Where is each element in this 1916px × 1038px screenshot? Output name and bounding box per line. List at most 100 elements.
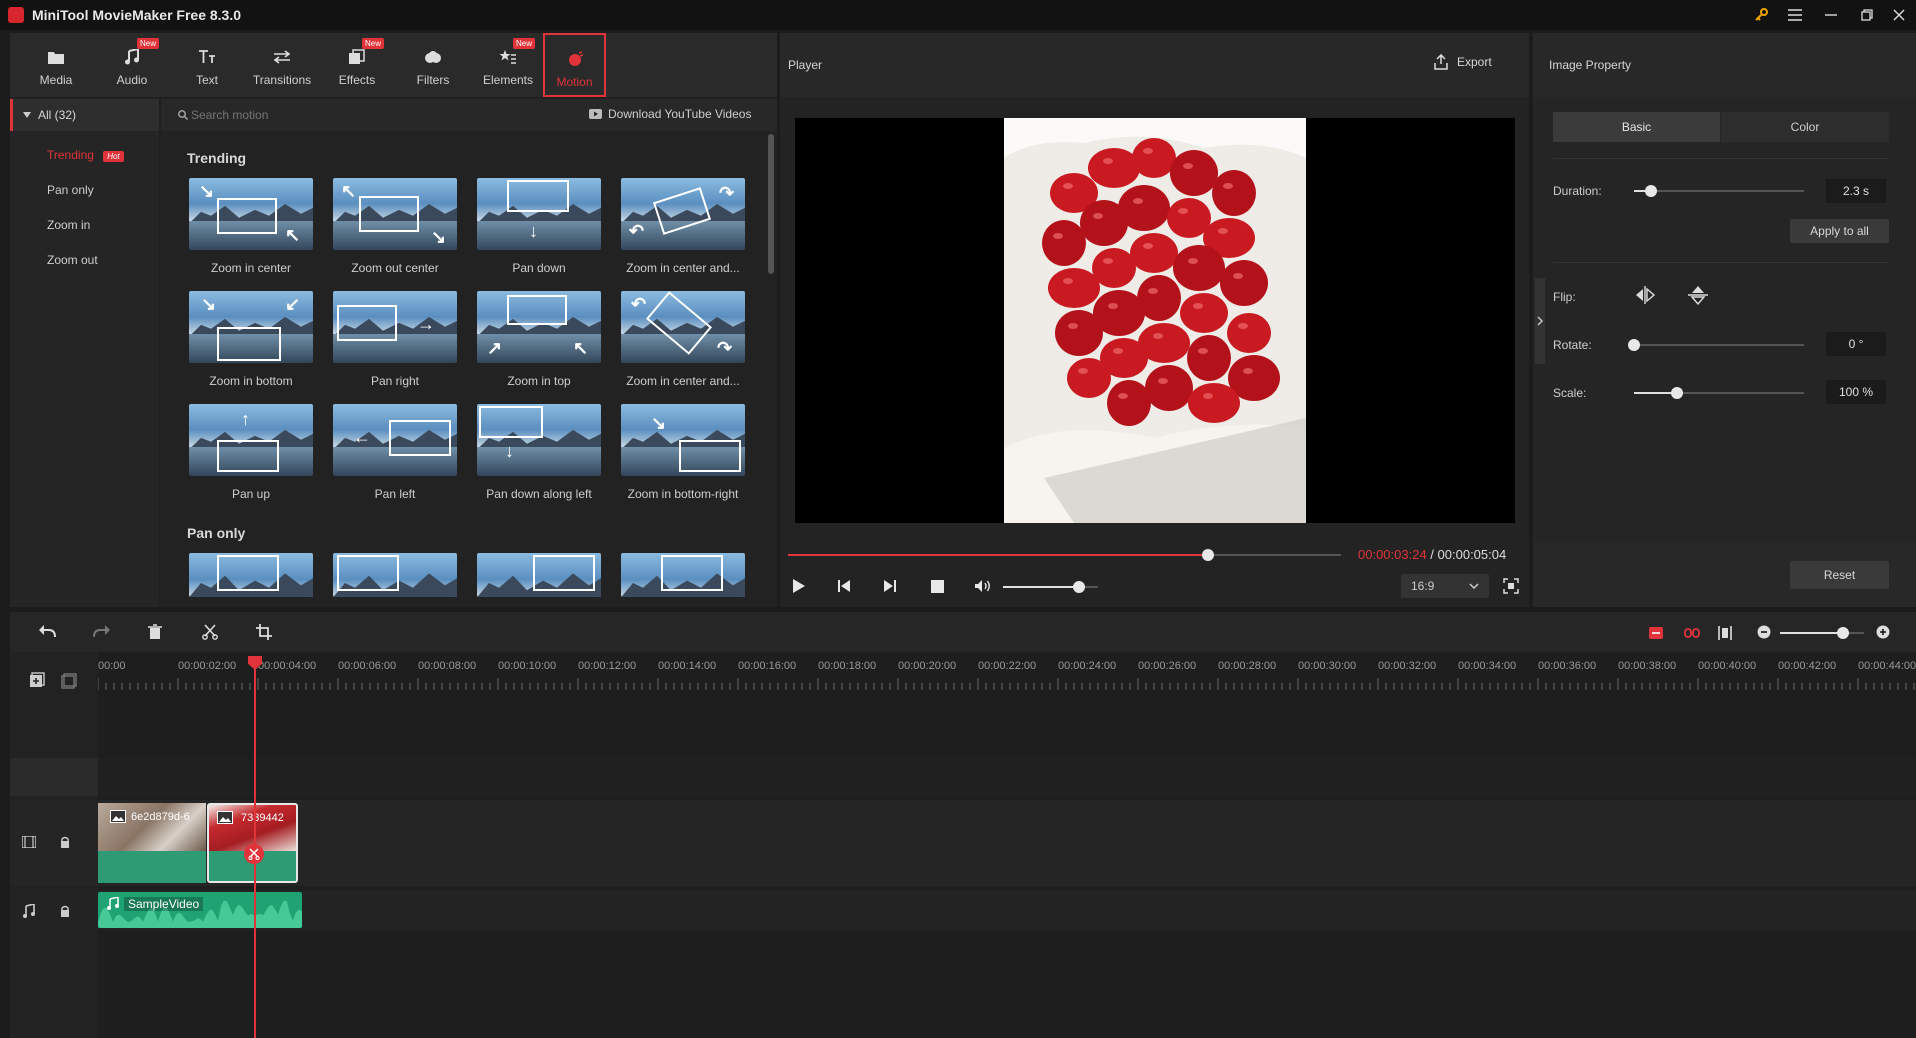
ruler-label: 00:00:30:00	[1298, 660, 1357, 672]
empty-track	[98, 758, 1916, 796]
motion-thumb[interactable]: ↓	[477, 404, 601, 476]
duration-value[interactable]: 2.3 s	[1826, 179, 1886, 203]
lock-icon[interactable]	[60, 836, 70, 848]
tab-basic[interactable]: Basic	[1553, 112, 1720, 142]
tool-motion[interactable]: Motion	[543, 33, 606, 97]
panel-collapse-handle[interactable]	[1535, 278, 1545, 364]
next-frame-button[interactable]	[883, 579, 897, 593]
stop-button[interactable]	[931, 580, 944, 593]
motion-thumb[interactable]: →	[333, 291, 457, 363]
tool-text[interactable]: Text	[172, 33, 242, 97]
duration-track[interactable]	[1634, 190, 1804, 192]
ruler-label: 00:00:08:00	[418, 660, 477, 672]
delete-button[interactable]	[148, 624, 162, 640]
split-marker[interactable]	[244, 844, 264, 864]
motion-thumb[interactable]: ↘	[621, 404, 745, 476]
motion-thumb[interactable]	[621, 553, 745, 597]
link-button[interactable]	[1684, 626, 1700, 640]
time-ruler[interactable]	[98, 678, 1916, 690]
close-icon[interactable]	[1882, 0, 1916, 30]
tool-transitions[interactable]: Transitions	[247, 33, 317, 97]
menu-icon[interactable]	[1778, 0, 1812, 30]
tool-filters[interactable]: Filters	[398, 33, 468, 97]
snap-button[interactable]	[1648, 626, 1664, 640]
search-input[interactable]	[191, 105, 391, 125]
motion-thumb[interactable]: ↖ ↘	[333, 178, 457, 250]
hot-badge: Hot	[103, 151, 124, 162]
flip-horizontal-button[interactable]	[1634, 285, 1656, 305]
youtube-icon	[589, 109, 602, 119]
motion-thumb[interactable]: ↘ ↙	[189, 291, 313, 363]
apply-to-all-button[interactable]: Apply to all	[1790, 219, 1889, 243]
app-window: MiniTool MovieMaker Free 8.3.0 Media New…	[0, 0, 1916, 1038]
export-button[interactable]: Export	[1433, 54, 1492, 70]
category-all[interactable]: All (32)	[10, 99, 159, 131]
tab-color[interactable]: Color	[1721, 112, 1889, 142]
video-clip-2-selected[interactable]: 7339442	[207, 803, 298, 883]
timeline-zoom-knob[interactable]	[1837, 627, 1849, 639]
time-display: 00:00:03:24 / 00:00:05:04	[1358, 547, 1506, 562]
motion-thumb[interactable]: ↶ ↷	[621, 291, 745, 363]
tool-elements[interactable]: New Elements	[473, 33, 543, 97]
category-zoom-out[interactable]: Zoom out	[47, 253, 98, 267]
tool-media[interactable]: Media	[21, 33, 91, 97]
aspect-ratio-select[interactable]: 16:9	[1401, 574, 1489, 598]
add-track-button[interactable]	[29, 672, 45, 688]
audio-clip[interactable]: SampleVideo	[98, 892, 302, 928]
motion-thumb[interactable]	[189, 553, 313, 597]
motion-label: Zoom in bottom-right	[627, 487, 739, 501]
redo-button[interactable]	[93, 624, 111, 638]
motion-thumb[interactable]	[477, 553, 601, 597]
split-button[interactable]	[202, 624, 218, 640]
duration-knob[interactable]	[1645, 185, 1657, 197]
motion-thumb[interactable]: ↘ ↖	[189, 178, 313, 250]
motion-thumb[interactable]: ↓	[477, 178, 601, 250]
lock-icon[interactable]	[60, 905, 70, 917]
ruler-label: 00:00:32:00	[1378, 660, 1437, 672]
grid-scrollbar[interactable]	[768, 134, 774, 274]
minimize-icon[interactable]	[1814, 0, 1848, 30]
motion-thumb[interactable]: ↷ ↶	[621, 178, 745, 250]
zoom-out-button[interactable]	[1757, 625, 1771, 639]
scale-value[interactable]: 100 %	[1826, 380, 1886, 404]
undo-button[interactable]	[38, 624, 56, 638]
remove-track-button[interactable]	[61, 673, 77, 689]
strawberry-highlight	[1193, 303, 1203, 309]
category-zoom-in[interactable]: Zoom in	[47, 218, 90, 232]
flip-vertical-button[interactable]	[1687, 285, 1709, 305]
ruler-label: 00:00:10:00	[498, 660, 557, 672]
tool-effects[interactable]: New Effects	[322, 33, 392, 97]
new-badge: New	[362, 38, 385, 49]
strawberry-highlight	[1153, 333, 1163, 339]
fit-timeline-button[interactable]	[1718, 625, 1732, 641]
rotate-track[interactable]	[1634, 344, 1804, 346]
volume-knob[interactable]	[1073, 581, 1085, 593]
redo-icon	[93, 625, 110, 638]
category-trending[interactable]: Trending Hot	[47, 148, 124, 162]
crop-button[interactable]	[256, 624, 272, 640]
download-youtube-link[interactable]: Download YouTube Videos	[589, 107, 751, 121]
motion-thumb[interactable]: ←	[333, 404, 457, 476]
fullscreen-button[interactable]	[1503, 578, 1519, 594]
category-all-label: All (32)	[38, 108, 77, 122]
play-button[interactable]	[792, 578, 806, 594]
video-clip-1[interactable]: 6e2d879d-6	[98, 803, 206, 883]
rotate-value[interactable]: 0 °	[1826, 332, 1886, 356]
motion-thumb[interactable]: ↗ ↖	[477, 291, 601, 363]
zoom-in-button[interactable]	[1876, 625, 1890, 639]
tool-audio[interactable]: New Audio	[97, 33, 167, 97]
motion-thumb[interactable]: ↑	[189, 404, 313, 476]
motion-frame	[217, 327, 281, 361]
key-icon[interactable]	[1744, 0, 1778, 30]
volume-button[interactable]	[974, 579, 992, 593]
scale-knob[interactable]	[1670, 387, 1683, 399]
motion-thumb[interactable]	[333, 553, 457, 597]
category-pan-only[interactable]: Pan only	[47, 183, 94, 197]
rotate-knob[interactable]	[1628, 339, 1640, 351]
reset-button[interactable]: Reset	[1790, 561, 1889, 589]
aspect-ratio-value: 16:9	[1411, 579, 1435, 593]
strawberry	[1130, 233, 1178, 273]
maximize-icon[interactable]	[1850, 0, 1884, 30]
previous-frame-button[interactable]	[837, 579, 851, 593]
ruler-label: 00:00:28:00	[1218, 660, 1277, 672]
